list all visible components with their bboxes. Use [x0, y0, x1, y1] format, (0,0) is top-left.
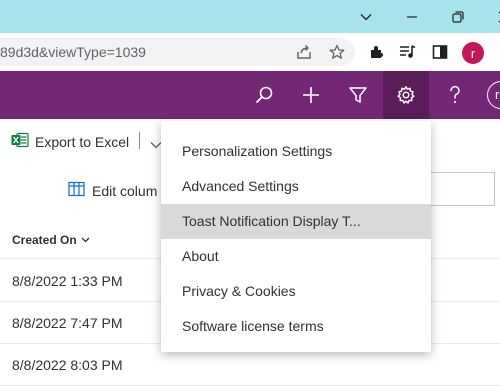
share-icon[interactable] — [294, 42, 314, 62]
restore-icon[interactable] — [435, 0, 481, 33]
menu-item-advanced-settings[interactable]: Advanced Settings — [161, 169, 431, 204]
edit-columns-button[interactable]: Edit colum — [68, 181, 157, 200]
settings-gear-icon[interactable] — [383, 71, 429, 119]
menu-item-about[interactable]: About — [161, 239, 431, 274]
browser-toolbar: 89d3d&viewType=1039 r — [0, 33, 500, 71]
extensions-icon[interactable] — [367, 42, 387, 62]
help-icon[interactable] — [432, 71, 478, 119]
column-header-created-on[interactable]: Created On — [12, 233, 90, 247]
settings-menu: Personalization Settings Advanced Settin… — [161, 121, 431, 352]
divider — [139, 132, 140, 149]
excel-icon — [11, 132, 29, 151]
minimize-icon[interactable] — [389, 0, 435, 33]
menu-item-privacy-cookies[interactable]: Privacy & Cookies — [161, 274, 431, 309]
chevron-down-icon — [81, 237, 90, 243]
tab-search-icon[interactable] — [343, 0, 389, 33]
filter-icon[interactable] — [335, 71, 381, 119]
menu-item-personalization-settings[interactable]: Personalization Settings — [161, 134, 431, 169]
address-bar[interactable]: 89d3d&viewType=1039 — [0, 38, 355, 66]
filter-search-input[interactable] — [425, 172, 495, 206]
created-on-cell: 8/8/2022 7:47 PM — [12, 315, 123, 331]
new-record-plus-icon[interactable] — [288, 71, 334, 119]
export-to-excel-label: Export to Excel — [35, 133, 130, 150]
window-title-bar — [0, 0, 500, 33]
menu-item-toast-notification-display[interactable]: Toast Notification Display T... — [161, 204, 431, 239]
app-navigation-bar: r — [0, 71, 500, 119]
media-playlist-icon[interactable] — [398, 42, 418, 62]
star-icon[interactable] — [327, 42, 347, 62]
created-on-cell: 8/8/2022 8:03 PM — [12, 357, 123, 373]
column-header-label: Created On — [12, 233, 77, 247]
user-avatar[interactable]: r — [487, 81, 500, 109]
profile-avatar[interactable]: r — [462, 42, 484, 64]
side-panel-icon[interactable] — [430, 42, 450, 62]
url-text[interactable]: 89d3d&viewType=1039 — [0, 44, 146, 60]
menu-item-software-license-terms[interactable]: Software license terms — [161, 309, 431, 344]
close-icon[interactable] — [481, 0, 500, 33]
created-on-cell: 8/8/2022 1:33 PM — [12, 273, 123, 289]
edit-columns-icon — [68, 181, 86, 200]
search-icon[interactable] — [241, 71, 287, 119]
export-to-excel-button[interactable]: Export to Excel — [11, 132, 129, 151]
edit-columns-label: Edit colum — [92, 182, 158, 199]
